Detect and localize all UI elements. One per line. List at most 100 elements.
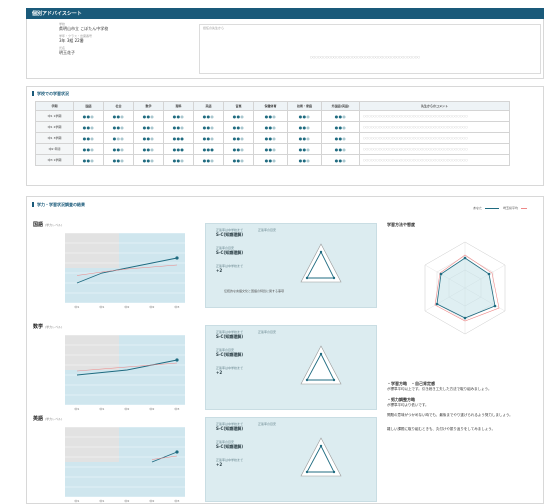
panel-value: S-C(知識理解) [216, 232, 244, 237]
study-method-title: 学習方法や態度 [387, 222, 415, 227]
x-tick-label: 中3 [175, 406, 180, 411]
rating-dots: ●●● [232, 135, 245, 141]
x-tick-label: 中2 [125, 304, 130, 309]
rating-cell: ●●● [321, 143, 360, 155]
subject-heading: 数学 (学力レベル) [33, 323, 62, 330]
subject-detail-panel: 正答率は中学校まで S-C(知識理解) 正答率の目安 正答率の目安 S-C(知識理解) 正… [205, 223, 377, 308]
rating-dots: ●●● [172, 146, 185, 152]
rating-cell: ●●● [73, 121, 104, 133]
table-row: 中1 1学期 ●●● ●●● ●●● ●●● ●●● ●●● ●●● ●●● ●●● ○○○○○○○… [35, 110, 510, 122]
comment-cell: ○○○○○○○○○○○○○○○○○○○○○○○○○○○○○○○○○○○○○○○○ [359, 143, 510, 155]
advice-item: 難しい課題に取り組むときも、丸付けや振り返りをしてみましょう。 [387, 427, 543, 432]
subject-name: 数学 [33, 324, 44, 330]
rating-dots: ●●● [264, 135, 277, 141]
rating-dots: ●●● [232, 113, 245, 119]
rating-dots: ●●● [264, 146, 277, 152]
rating-cell: ●●● [223, 110, 254, 122]
term-cell: 中1 1学期 [35, 110, 74, 122]
rating-cell: ●●● [321, 132, 360, 144]
rating-cell: ●●● [193, 110, 224, 122]
student-name: 明玉花子 [59, 50, 75, 55]
rating-cell: ●●● [287, 110, 322, 122]
data-point [175, 450, 179, 454]
column-header: 数学 [133, 101, 164, 111]
rating-dots: ●●● [142, 124, 155, 130]
legend-avg-line [521, 207, 527, 209]
rating-cell: ●●● [163, 143, 194, 155]
rating-dots: ●●● [334, 113, 347, 119]
rating-cell: ●●● [133, 154, 164, 166]
subject-name: 英語 [33, 416, 44, 422]
comment-cell: ○○○○○○○○○○○○○○○○○○○○○○○○○○○○○○○○○○○○○○○○ [359, 132, 510, 144]
advice-body: 難しい課題に取り組むときも、丸付けや振り返りをしてみましょう。 [387, 427, 496, 431]
column-header: 学期 [35, 101, 74, 111]
rating-dots: ●●● [298, 113, 311, 119]
rating-cell: ●●● [253, 121, 288, 133]
x-tick-label: 中2 [125, 498, 130, 503]
advice-body: 問題の意味がつかめない時でも、最後までやり遂げられるよう努力しましょう。 [387, 413, 513, 417]
panel-label: 正答率の目安 [258, 330, 277, 334]
subject-radar-chart [300, 345, 342, 385]
rating-cell: ●●● [163, 121, 194, 133]
rating-cell: ●●● [223, 132, 254, 144]
panel-value: S-C(知識理解) [216, 444, 244, 449]
class-value: 3年 3組 22番 [59, 38, 84, 43]
rating-cell: ●●● [103, 143, 134, 155]
rating-cell: ●●● [253, 143, 288, 155]
teacher-comment-box: 担任の先生から ○○○○○○○○○○○○○○○○○○○○○○○○○○○○○○○○… [199, 24, 541, 74]
comment-cell: ○○○○○○○○○○○○○○○○○○○○○○○○○○○○○○○○○○○○○○○○ [359, 121, 510, 133]
table-header-row: 学期 国語 社会 数学 理科 英語 音楽 保健体育 技術・家庭 外国語(英語) 先生からのコメント [35, 101, 510, 111]
x-tick-label: 中1 [100, 498, 105, 503]
advice-body: が標準平均以上です。引き続き工夫した方法で取り組みましょう。 [387, 387, 492, 391]
rating-dots: ●●● [112, 157, 125, 163]
legend-avg: 埼玉県平均 [502, 206, 518, 210]
rating-cell: ●●● [287, 121, 322, 133]
subject-detail-panel: 正答率は中学校まで S-C(知識理解) 正答率の目安 正答率の目安 S-C(知識理解) 正… [205, 325, 377, 410]
column-header: 社会 [103, 101, 134, 111]
sheet-title: 個別アドバイスシート [32, 11, 82, 17]
rating-cell: ●●● [193, 121, 224, 133]
data-point [175, 358, 179, 362]
comment-label: 担任の先生から [203, 26, 225, 30]
rating-cell: ●●● [103, 121, 134, 133]
rating-cell: ●●● [287, 132, 322, 144]
table-row: 中3 1学期 ●●● ●●● ●●● ●●● ●●● ●●● ●●● ●●● ●●● ○○○○○○○… [35, 154, 510, 166]
column-header: 理科 [163, 101, 194, 111]
table-row: 中1 2学期 ●●● ●●● ●●● ●●● ●●● ●●● ●●● ●●● ●●● ○○○○○○○… [35, 121, 510, 133]
rating-dots: ●●● [202, 157, 215, 163]
student-info-panel: 学校 県明山市立 こぼたん中学校 学年・クラス・出席番号 3年 3組 22番 氏… [26, 19, 544, 79]
rating-cell: ●●● [253, 132, 288, 144]
advice-heading: ・努力調整方略 [387, 397, 415, 402]
panel-label: 正答率の目安 [258, 422, 277, 426]
rating-dots: ●●● [112, 135, 125, 141]
subject-unit: (学力レベル) [45, 223, 63, 227]
section-title: 学力・学習状況調査の結果 [32, 202, 85, 207]
comment-placeholder: ○○○○○○○○○○○○○○○○○○○○○○○○○○○○○○○○○○○○○○○○… [310, 55, 420, 59]
term-cell: 中3 1学期 [35, 154, 74, 166]
rating-dots: ●●● [142, 113, 155, 119]
legend: あなた 埼玉県平均 [473, 206, 527, 210]
rating-cell: ●●● [223, 143, 254, 155]
rating-cell: ●●● [321, 154, 360, 166]
subject-heading: 国語 (学力レベル) [33, 221, 62, 228]
advice-item: ・努力調整方略 が標準平均より低いです。 [387, 397, 543, 408]
rating-dots: ●●● [334, 146, 347, 152]
rating-cell: ●●● [133, 110, 164, 122]
table-row: 中2 年間 ●●● ●●● ●●● ●●● ●●● ●●● ●●● ●●● ●●● ○○○○○○○○… [35, 143, 510, 155]
rating-dots: ●●● [112, 146, 125, 152]
rating-dots: ●●● [82, 135, 95, 141]
panel-note: 伝統的な言語文化と国語の特質に関する事項 [224, 289, 285, 293]
rating-dots: ●●● [298, 157, 311, 163]
rating-dots: ●●● [232, 157, 245, 163]
rating-dots: ●●● [202, 113, 215, 119]
advice-heading: ・学習方略 ・自己肯定感 [387, 381, 435, 386]
rating-cell: ●●● [163, 154, 194, 166]
column-header: 技術・家庭 [287, 101, 322, 111]
rating-dots: ●●● [172, 135, 185, 141]
panel-value: S-C(知識理解) [216, 426, 244, 431]
grades-table: 学期 国語 社会 数学 理科 英語 音楽 保健体育 技術・家庭 外国語(英語) 先生からのコメント … [35, 101, 510, 166]
rating-cell: ●●● [73, 110, 104, 122]
rating-dots: ●●● [264, 113, 277, 119]
rating-cell: ●●● [193, 143, 224, 155]
school-status-section: 学校での学習状況 学期 国語 社会 数学 理科 英語 音楽 保健体育 技術・家庭 外国語(英語) 先… [26, 86, 544, 186]
